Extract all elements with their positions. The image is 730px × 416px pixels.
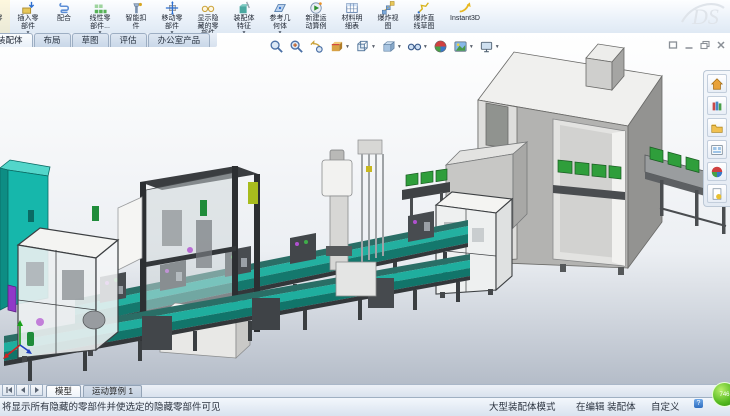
dropdown-caret[interactable]: ▼ — [423, 44, 428, 50]
move-component-button[interactable]: 移动零部件 ▼ — [154, 0, 190, 33]
svg-text:DS: DS — [691, 4, 719, 29]
quick-tips-help-icon[interactable]: ? — [694, 399, 703, 408]
dropdown-caret[interactable]: ▼ — [345, 44, 350, 50]
dropdown-caret[interactable]: ▼ — [495, 44, 500, 50]
assembly-features-button[interactable]: 装配体特征 ▼ — [226, 0, 262, 33]
instant3d-icon — [458, 1, 472, 15]
reference-geometry-icon — [273, 1, 287, 15]
badge-text: 746 — [719, 392, 729, 398]
command-manager-toolbar: 编辑零部件 ▼ 插入零部件 ▼ 配合 线性零部件... ▼ 智能扣件 移动零部件… — [0, 0, 730, 34]
tab-evaluate[interactable]: 评估 — [110, 33, 147, 47]
instant3d-button[interactable]: Instant3D — [442, 0, 488, 33]
explode-line-sketch-button[interactable]: 爆炸直线草图 — [406, 0, 442, 33]
task-pane-strip — [703, 70, 730, 207]
restore-window-icon[interactable] — [668, 40, 678, 50]
viewport-3d[interactable] — [0, 33, 730, 385]
minimize-icon[interactable] — [684, 40, 694, 50]
view-orientation-icon[interactable]: ▼ — [354, 39, 377, 54]
dassault-systemes-logo: DS — [680, 0, 726, 30]
custom-properties-icon[interactable] — [707, 184, 727, 203]
motion-study-tab[interactable]: 运动算例 1 — [83, 385, 142, 397]
mate-button[interactable]: 配合 — [46, 0, 82, 33]
linear-component-pattern-icon — [93, 1, 107, 15]
tab-scroll-left-button[interactable] — [16, 384, 29, 396]
mate-icon — [57, 1, 71, 15]
exploded-view-icon — [381, 1, 395, 15]
tab-scroll-right-button[interactable] — [30, 384, 43, 396]
tab-sketch[interactable]: 草图 — [72, 33, 109, 47]
bill-of-materials-button[interactable]: 材料明细表 — [334, 0, 370, 33]
assembly-features-icon — [237, 1, 251, 15]
tab-assembly[interactable]: 装配体 — [0, 33, 33, 47]
document-window-controls — [668, 40, 726, 50]
tab-layout[interactable]: 布局 — [34, 33, 71, 47]
model-tab[interactable]: 模型 — [46, 385, 81, 397]
smart-fasteners-icon — [129, 1, 143, 15]
reference-geometry-button[interactable]: 参考几何体 ▼ — [262, 0, 298, 33]
zoom-to-fit-icon[interactable] — [268, 39, 285, 54]
solidworks-resources-icon[interactable] — [707, 74, 727, 93]
cascade-windows-icon[interactable] — [700, 40, 710, 50]
edit-component-button[interactable]: 编辑零部件 ▼ — [0, 0, 10, 33]
dropdown-caret[interactable]: ▼ — [469, 44, 474, 50]
appearances-icon[interactable] — [707, 162, 727, 181]
tab-office-products[interactable]: 办公室产品 — [148, 33, 211, 47]
display-style-icon[interactable]: ▼ — [380, 39, 403, 54]
explode-line-sketch-icon — [417, 1, 431, 15]
scene-cabinet-accent-strip — [8, 285, 16, 312]
linear-component-pattern-button[interactable]: 线性零部件... ▼ — [82, 0, 118, 33]
insert-component-button[interactable]: 插入零部件 ▼ — [10, 0, 46, 33]
insert-component-icon — [21, 1, 35, 15]
dropdown-caret[interactable]: ▼ — [397, 44, 402, 50]
move-component-icon — [165, 1, 179, 15]
design-library-icon[interactable] — [707, 96, 727, 115]
status-message: 将显示所有隐藏的零部件并使选定的隐藏零部件可见 — [2, 399, 221, 413]
edit-appearance-icon[interactable] — [432, 39, 449, 54]
hide-show-items-icon[interactable]: ▼ — [406, 39, 429, 54]
exploded-view-button[interactable]: 爆炸视图 — [370, 0, 406, 33]
section-view-icon[interactable]: ▼ — [328, 39, 351, 54]
model-tab-bar: 模型 运动算例 1 — [0, 384, 730, 397]
bill-of-materials-icon — [345, 1, 359, 15]
solidworks-window: { "window": { "logo": "DS", "controls": … — [0, 0, 730, 405]
recording-overlay-badge[interactable]: 746 — [712, 382, 730, 407]
dropdown-caret[interactable]: ▼ — [371, 44, 376, 50]
editing-state-label: 在编辑 装配体 — [576, 399, 636, 413]
file-explorer-icon[interactable] — [707, 118, 727, 137]
show-hidden-components-icon — [201, 1, 215, 15]
view-settings-icon[interactable]: ▼ — [478, 39, 501, 54]
unit-system-selector[interactable]: 自定义 — [651, 399, 680, 413]
new-motion-study-button[interactable]: 新建运动算例 — [298, 0, 334, 33]
view-palette-icon[interactable] — [707, 140, 727, 159]
apply-scene-icon[interactable]: ▼ — [452, 39, 475, 54]
smart-fasteners-button[interactable]: 智能扣件 — [118, 0, 154, 33]
status-bar: 将显示所有隐藏的零部件并使选定的隐藏零部件可见 大型装配体模式 在编辑 装配体 … — [0, 397, 730, 416]
show-hidden-components-button[interactable]: 显示隐藏的零部件 — [190, 0, 226, 33]
ribbon-tab-strip: 装配体 布局 草图 评估 办公室产品 — [0, 33, 217, 47]
large-assembly-mode-label: 大型装配体模式 — [489, 399, 556, 413]
zoom-to-area-icon[interactable] — [288, 39, 305, 54]
previous-view-icon[interactable] — [308, 39, 325, 54]
new-motion-study-icon — [309, 1, 323, 15]
close-icon[interactable] — [716, 40, 726, 50]
heads-up-view-toolbar: ▼ ▼ ▼ ▼ ▼ ▼ — [268, 39, 501, 54]
tab-scroll-first-button[interactable] — [2, 384, 15, 396]
